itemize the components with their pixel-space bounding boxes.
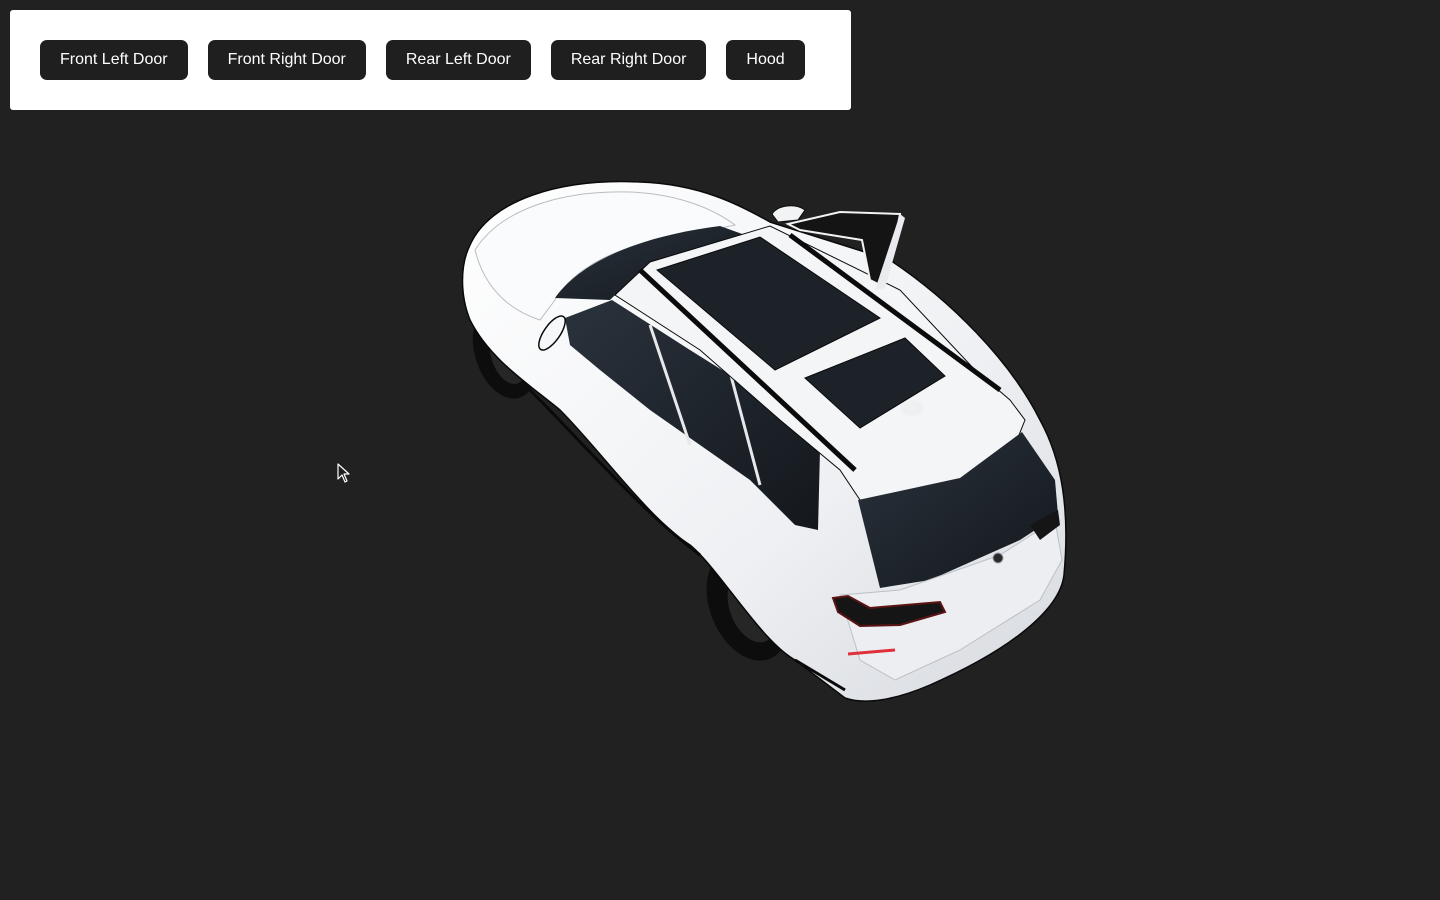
rear-left-door-button[interactable]: Rear Left Door (385, 40, 531, 80)
shark-fin-antenna (900, 400, 924, 416)
door-controls-panel: Front Left Door Front Right Door Rear Le… (10, 10, 851, 110)
rear-right-door-button[interactable]: Rear Right Door (550, 40, 707, 80)
car-model[interactable] (0, 120, 1440, 900)
3d-viewport[interactable] (0, 120, 1440, 900)
hood-button[interactable]: Hood (726, 40, 805, 80)
app-root: Front Left Door Front Right Door Rear Le… (0, 0, 1440, 900)
brand-badge (992, 552, 1004, 564)
front-right-door-button[interactable]: Front Right Door (207, 40, 366, 80)
front-left-door-button[interactable]: Front Left Door (40, 40, 188, 80)
arrow-cursor-icon (337, 463, 350, 483)
